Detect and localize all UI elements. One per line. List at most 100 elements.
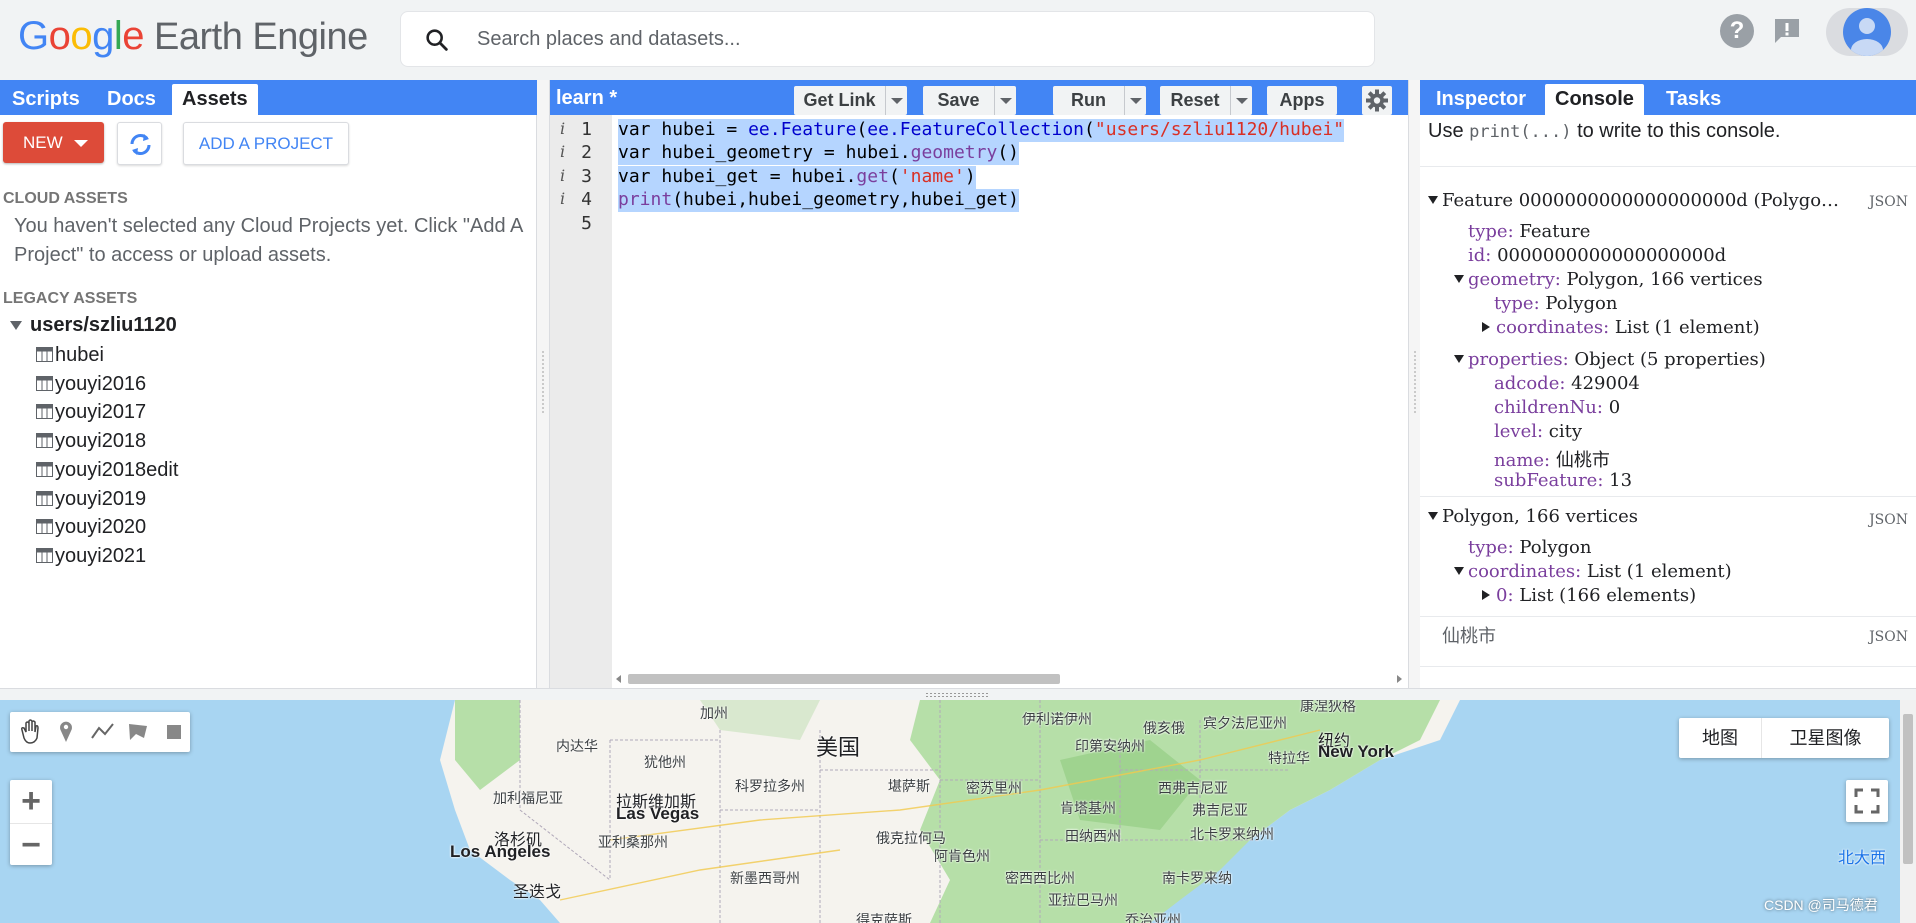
console-feature-header[interactable]: Feature 0000000000000000000d (Polygo… [1428, 190, 1839, 211]
collapse-triangle-icon[interactable] [1454, 355, 1464, 363]
horizontal-scrollbar[interactable] [612, 672, 1408, 686]
code-line[interactable]: var hubei_get = hubei.get('name') [618, 165, 976, 189]
asset-label: youyi2021 [55, 544, 147, 567]
marker-icon[interactable] [48, 712, 84, 752]
run-button[interactable]: Run [1053, 86, 1146, 115]
console-value: List (1 element) [1614, 317, 1760, 338]
expand-triangle-icon[interactable] [1482, 590, 1490, 600]
line-icon[interactable] [84, 712, 120, 752]
asset-item[interactable]: youyi2018 [36, 430, 146, 453]
apps-button[interactable]: Apps [1267, 86, 1337, 115]
help-icon[interactable]: ? [1720, 14, 1754, 48]
expand-triangle-icon[interactable] [1482, 322, 1490, 332]
cloud-assets-title: CLOUD ASSETS [3, 190, 128, 207]
asset-item[interactable]: youyi2020 [36, 516, 146, 539]
tab-assets[interactable]: Assets [172, 84, 258, 115]
settings-button[interactable] [1362, 86, 1392, 115]
earth-engine-logo[interactable]: Google Earth Engine [18, 14, 368, 59]
search-box[interactable] [400, 11, 1375, 67]
asset-item[interactable]: youyi2016 [36, 373, 146, 396]
expand-triangle-icon[interactable] [10, 321, 22, 331]
collapse-triangle-icon[interactable] [1428, 512, 1438, 520]
map-place-label: 西弗吉尼亚 [1158, 780, 1228, 796]
code-line[interactable]: print(hubei,hubei_geometry,hubei_get) [618, 189, 1019, 213]
new-button[interactable]: NEW [3, 122, 104, 163]
console-hint-prefix: Use [1428, 120, 1464, 142]
map-vertical-scrollbar[interactable] [1900, 700, 1916, 923]
console-row-item[interactable]: 0: List (166 elements) [1482, 585, 1696, 606]
console-row-coordinates[interactable]: coordinates: List (1 element) [1454, 561, 1732, 582]
collapse-triangle-icon[interactable] [1454, 567, 1464, 575]
collapse-triangle-icon[interactable] [1428, 196, 1438, 204]
table-icon [36, 404, 53, 420]
scroll-left-icon[interactable] [616, 675, 621, 683]
map-canvas[interactable]: 加州 内达华 犹他州 美国 科罗拉多州 堪萨斯 密苏里州 伊利诺伊州 印第安纳州 俄亥俄 宾夕法尼亚… [0, 700, 1916, 923]
account-avatar[interactable] [1826, 8, 1908, 56]
panel-splitter[interactable] [537, 80, 550, 688]
asset-item[interactable]: youyi2019 [36, 488, 146, 511]
refresh-button[interactable] [117, 122, 162, 165]
refresh-icon [130, 133, 151, 156]
console-row-coordinates[interactable]: coordinates: List (1 element) [1482, 317, 1760, 338]
info-marker-icon[interactable]: i [560, 119, 565, 138]
tab-scripts[interactable]: Scripts [2, 84, 90, 115]
map-splitter[interactable] [0, 688, 1916, 700]
hand-icon[interactable] [12, 712, 48, 752]
asset-folder-root[interactable]: users/szliu1120 [10, 314, 177, 337]
console-key: coordinates: [1496, 317, 1610, 338]
console-row: id: 0000000000000000000d [1468, 245, 1726, 266]
asset-item[interactable]: youyi2017 [36, 401, 146, 424]
console-row-geometry[interactable]: geometry: Polygon, 166 vertices [1454, 269, 1763, 290]
tab-console[interactable]: Console [1545, 84, 1644, 115]
editor-toolbar: learn * Get Link Save Run Reset Apps [550, 80, 1408, 115]
console-polygon-header[interactable]: Polygon, 166 vertices [1428, 506, 1638, 527]
code-line[interactable]: var hubei = ee.Feature(ee.FeatureCollect… [618, 119, 1345, 142]
json-toggle[interactable]: JSON [1869, 629, 1908, 645]
chevron-down-icon[interactable] [885, 86, 907, 115]
info-marker-icon[interactable]: i [560, 189, 565, 208]
polygon-icon[interactable] [120, 712, 156, 752]
scrollbar-thumb[interactable] [1903, 714, 1913, 864]
asset-item[interactable]: hubei [36, 344, 104, 367]
code-line[interactable] [618, 213, 629, 236]
map-place-label: 犹他州 [644, 754, 686, 770]
info-marker-icon[interactable]: i [560, 166, 565, 185]
panel-splitter[interactable] [1408, 80, 1420, 688]
polygon-header-text: Polygon, 166 vertices [1442, 506, 1639, 527]
tab-docs[interactable]: Docs [97, 84, 166, 115]
scroll-right-icon[interactable] [1397, 675, 1402, 683]
chevron-down-icon[interactable] [1124, 86, 1146, 115]
json-toggle[interactable]: JSON [1869, 194, 1908, 210]
reset-button[interactable]: Reset [1160, 86, 1252, 115]
json-toggle[interactable]: JSON [1869, 512, 1908, 528]
chevron-down-icon[interactable] [994, 86, 1016, 115]
code-line[interactable]: var hubei_geometry = hubei.geometry() [618, 142, 1019, 166]
asset-item[interactable]: youyi2018edit [36, 459, 178, 482]
search-input[interactable] [477, 12, 1347, 66]
console-key: type: [1494, 293, 1540, 314]
zoom-out-button[interactable]: − [10, 823, 52, 865]
divider [1420, 616, 1916, 617]
rectangle-icon[interactable] [156, 712, 192, 752]
asset-item[interactable]: youyi2021 [36, 545, 146, 568]
tab-inspector[interactable]: Inspector [1426, 84, 1536, 115]
info-marker-icon[interactable]: i [560, 142, 565, 161]
map-type-roadmap[interactable]: 地图 [1679, 718, 1761, 758]
add-project-button[interactable]: ADD A PROJECT [183, 122, 349, 165]
fullscreen-button[interactable] [1846, 780, 1888, 822]
feedback-icon[interactable] [1770, 14, 1804, 48]
get-link-button[interactable]: Get Link [794, 86, 907, 115]
collapse-triangle-icon[interactable] [1454, 275, 1464, 283]
tab-tasks[interactable]: Tasks [1656, 84, 1731, 115]
zoom-in-button[interactable]: + [10, 780, 52, 822]
map-type-satellite[interactable]: 卫星图像 [1761, 718, 1889, 758]
console-row-properties[interactable]: properties: Object (5 properties) [1454, 349, 1766, 370]
divider [1420, 666, 1916, 667]
scrollbar-thumb[interactable] [628, 674, 1060, 684]
console-key: 0: [1496, 585, 1514, 606]
save-button[interactable]: Save [923, 86, 1016, 115]
console-key: properties: [1468, 349, 1569, 370]
chevron-down-icon[interactable] [1230, 86, 1252, 115]
map-place-label: 亚拉巴马州 [1048, 892, 1118, 908]
map-place-label: 加州 [700, 705, 728, 721]
